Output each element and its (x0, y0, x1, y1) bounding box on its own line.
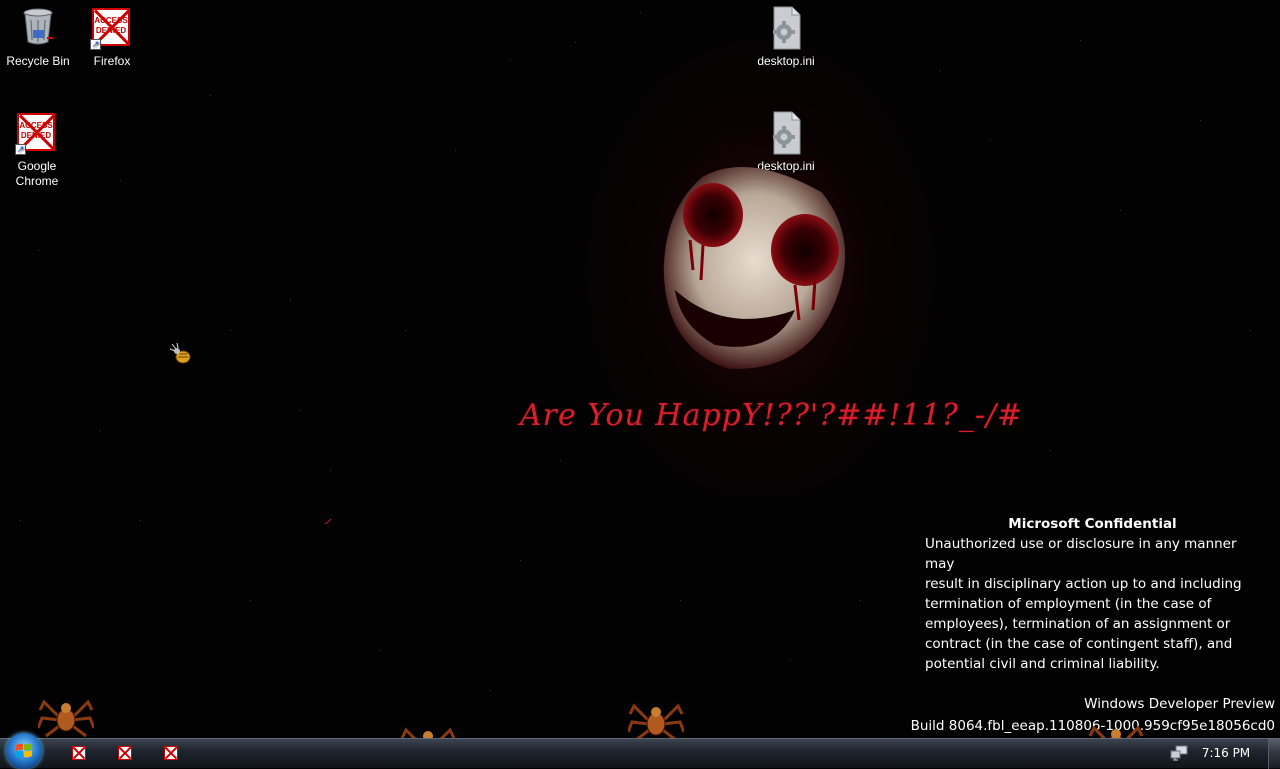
desktop-icon-google-chrome[interactable]: ACCESS DENIED ↗ Google Chrome (0, 109, 74, 189)
start-button[interactable] (6, 733, 42, 769)
desktop-icon-recycle-bin[interactable]: Recycle Bin (0, 4, 76, 69)
confidential-line: Unauthorized use or disclosure in any ma… (925, 536, 1237, 572)
desktop-icon-label: Google Chrome (15, 159, 59, 188)
desktop[interactable]: Recycle Bin ACCESS DENIED ↗ Firefox ACCE… (0, 0, 1280, 738)
confidential-line: contract (in the case of contingent staf… (925, 636, 1233, 652)
desktop-icon-label: Firefox (93, 54, 131, 68)
watermark-build: Build 8064.fbl_eeap.110806-1000.959cf95e… (910, 718, 1275, 734)
confidential-line: potential civil and criminal liability. (925, 656, 1160, 672)
desktop-icon-firefox[interactable]: ACCESS DENIED ↗ Firefox (74, 4, 150, 69)
access-denied-badge: ACCESS DENIED (94, 16, 128, 35)
config-file-icon (762, 109, 810, 157)
bug-icon (169, 342, 191, 364)
spider-icon (38, 699, 94, 738)
spider-icon (400, 727, 456, 738)
access-denied-icon: ACCESS DENIED ↗ (13, 109, 61, 157)
recycle-bin-icon (14, 4, 62, 52)
shortcut-arrow-icon: ↗ (15, 144, 26, 155)
access-denied-icon (72, 746, 86, 760)
config-file-icon (762, 4, 810, 52)
desktop-icon-label: Recycle Bin (6, 54, 70, 68)
access-denied-icon (118, 746, 132, 760)
access-denied-badge: ACCESS DENIED (19, 121, 53, 140)
taskbar-pinned-app[interactable] (62, 743, 96, 765)
confidential-line: result in disciplinary action up to and … (925, 576, 1242, 592)
network-icon[interactable] (1170, 745, 1188, 761)
taskbar-pinned-app[interactable] (154, 743, 188, 765)
spider-icon (628, 703, 684, 738)
show-desktop-button[interactable] (1268, 739, 1280, 769)
confidential-notice: Microsoft Confidential Unauthorized use … (925, 514, 1265, 674)
access-denied-icon (164, 746, 178, 760)
taskbar: 7:16 PM (0, 733, 1280, 769)
access-denied-icon: ACCESS DENIED ↗ (88, 4, 136, 52)
taskbar-pinned-app[interactable] (108, 743, 142, 765)
confidential-line: employees), termination of an assignment… (925, 616, 1231, 632)
shortcut-arrow-icon: ↗ (90, 39, 101, 50)
windows-orb-icon (16, 743, 32, 758)
taskbar-clock[interactable]: 7:16 PM (1196, 739, 1256, 769)
confidential-heading: Microsoft Confidential (1008, 516, 1177, 532)
desktop-icon-label: desktop.ini (757, 54, 815, 68)
wallpaper-message: Are You HappY!??'?##!11?_-/# (520, 398, 1024, 433)
build-watermark: Windows Developer Preview Build 8064.fbl… (911, 693, 1275, 737)
watermark-edition: Windows Developer Preview (1084, 696, 1275, 712)
desktop-icon-desktop-ini[interactable]: desktop.ini (748, 4, 824, 69)
wallpaper-face-image (663, 167, 846, 369)
confidential-line: termination of employment (in the case o… (925, 596, 1212, 612)
mark-icon (324, 518, 332, 525)
